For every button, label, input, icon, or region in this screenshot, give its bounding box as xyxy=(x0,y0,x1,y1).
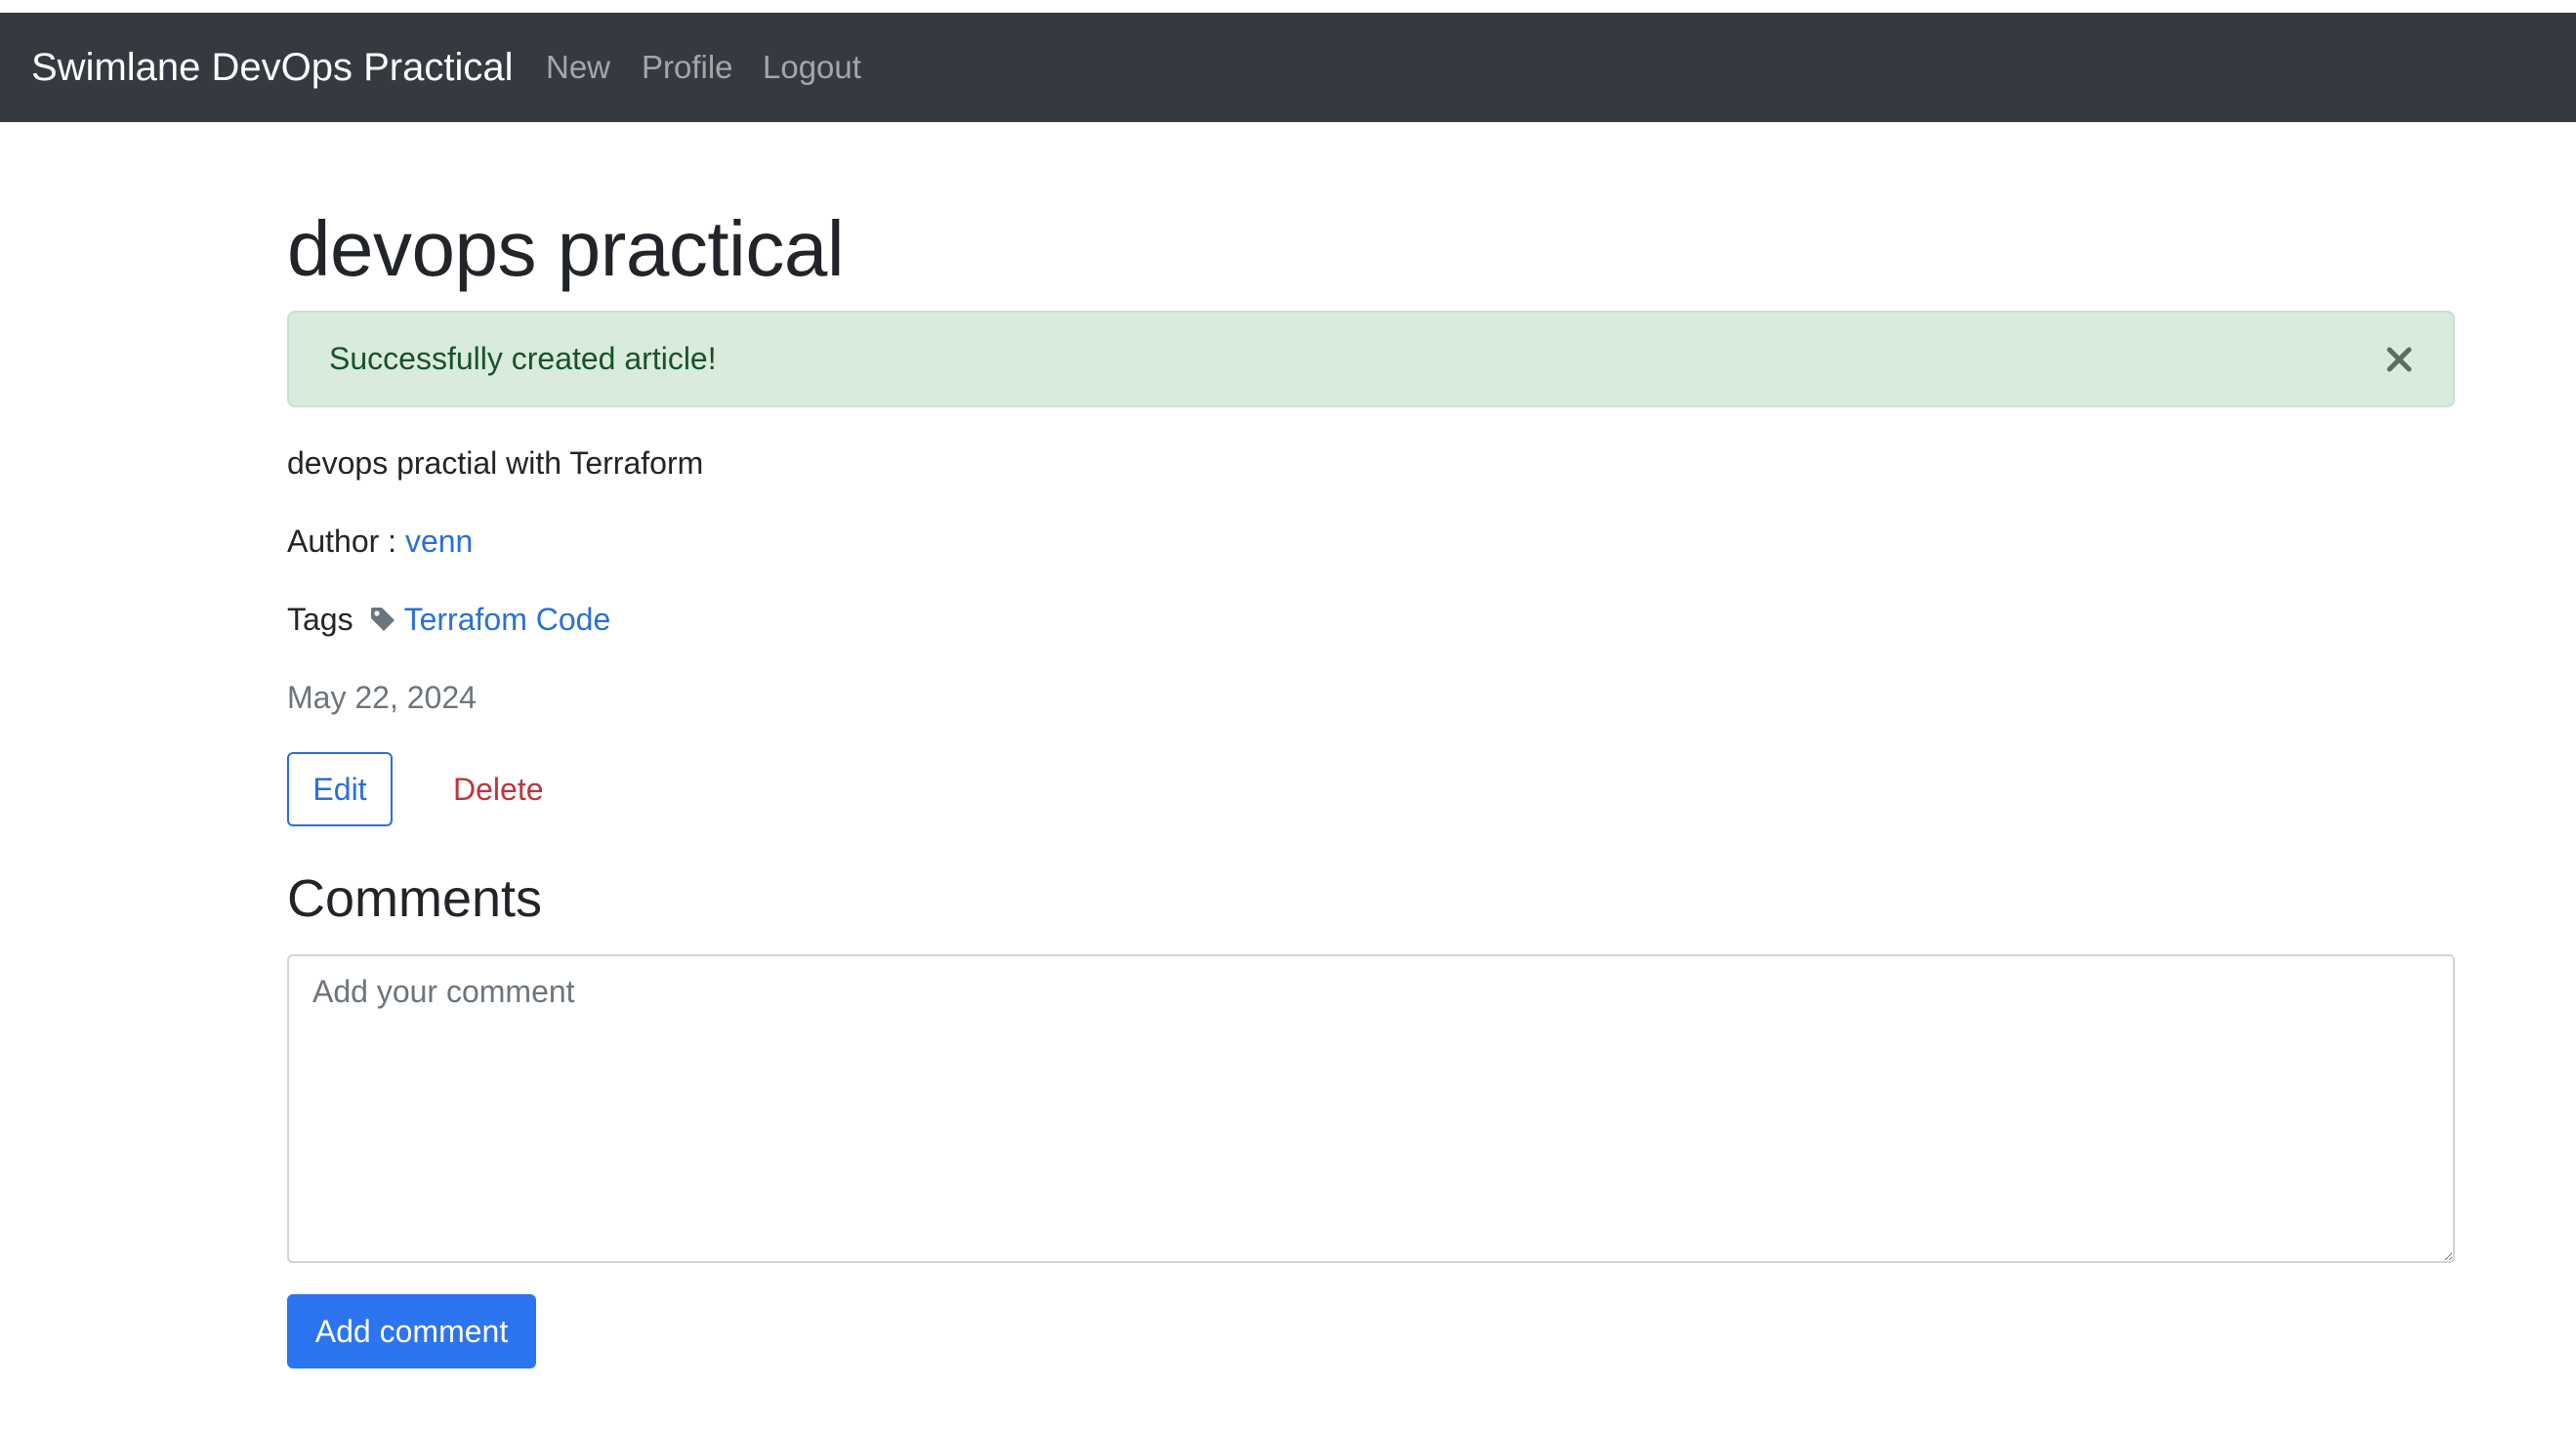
author-line: Author : venn xyxy=(287,522,473,561)
top-strip xyxy=(0,0,2576,13)
nav-link-new[interactable]: New xyxy=(546,13,610,122)
tag-link[interactable]: Terrafom Code xyxy=(404,602,611,637)
author-label: Author : xyxy=(287,524,397,559)
navbar-brand[interactable]: Swimlane DevOps Practical xyxy=(31,13,514,122)
close-icon[interactable] xyxy=(2385,345,2414,374)
article-date: May 22, 2024 xyxy=(287,680,477,715)
delete-button[interactable]: Delete xyxy=(434,752,563,826)
alert-message: Successfully created article! xyxy=(329,341,717,376)
success-alert: Successfully created article! xyxy=(287,311,2455,407)
article-description: devops practial with Terraform xyxy=(287,445,704,481)
navbar: Swimlane DevOps Practical New Profile Lo… xyxy=(0,13,2576,122)
comments-heading: Comments xyxy=(287,869,543,928)
page-title: devops practical xyxy=(287,205,845,292)
edit-button[interactable]: Edit xyxy=(287,752,393,826)
nav-link-logout[interactable]: Logout xyxy=(763,13,861,122)
comment-input[interactable] xyxy=(287,954,2455,1263)
tags-label: Tags xyxy=(287,602,353,637)
author-link[interactable]: venn xyxy=(405,524,473,559)
tag-icon xyxy=(369,603,396,631)
tags-line: Tags Terrafom Code xyxy=(287,600,610,639)
add-comment-button[interactable]: Add comment xyxy=(287,1294,536,1368)
nav-link-profile[interactable]: Profile xyxy=(642,13,733,122)
